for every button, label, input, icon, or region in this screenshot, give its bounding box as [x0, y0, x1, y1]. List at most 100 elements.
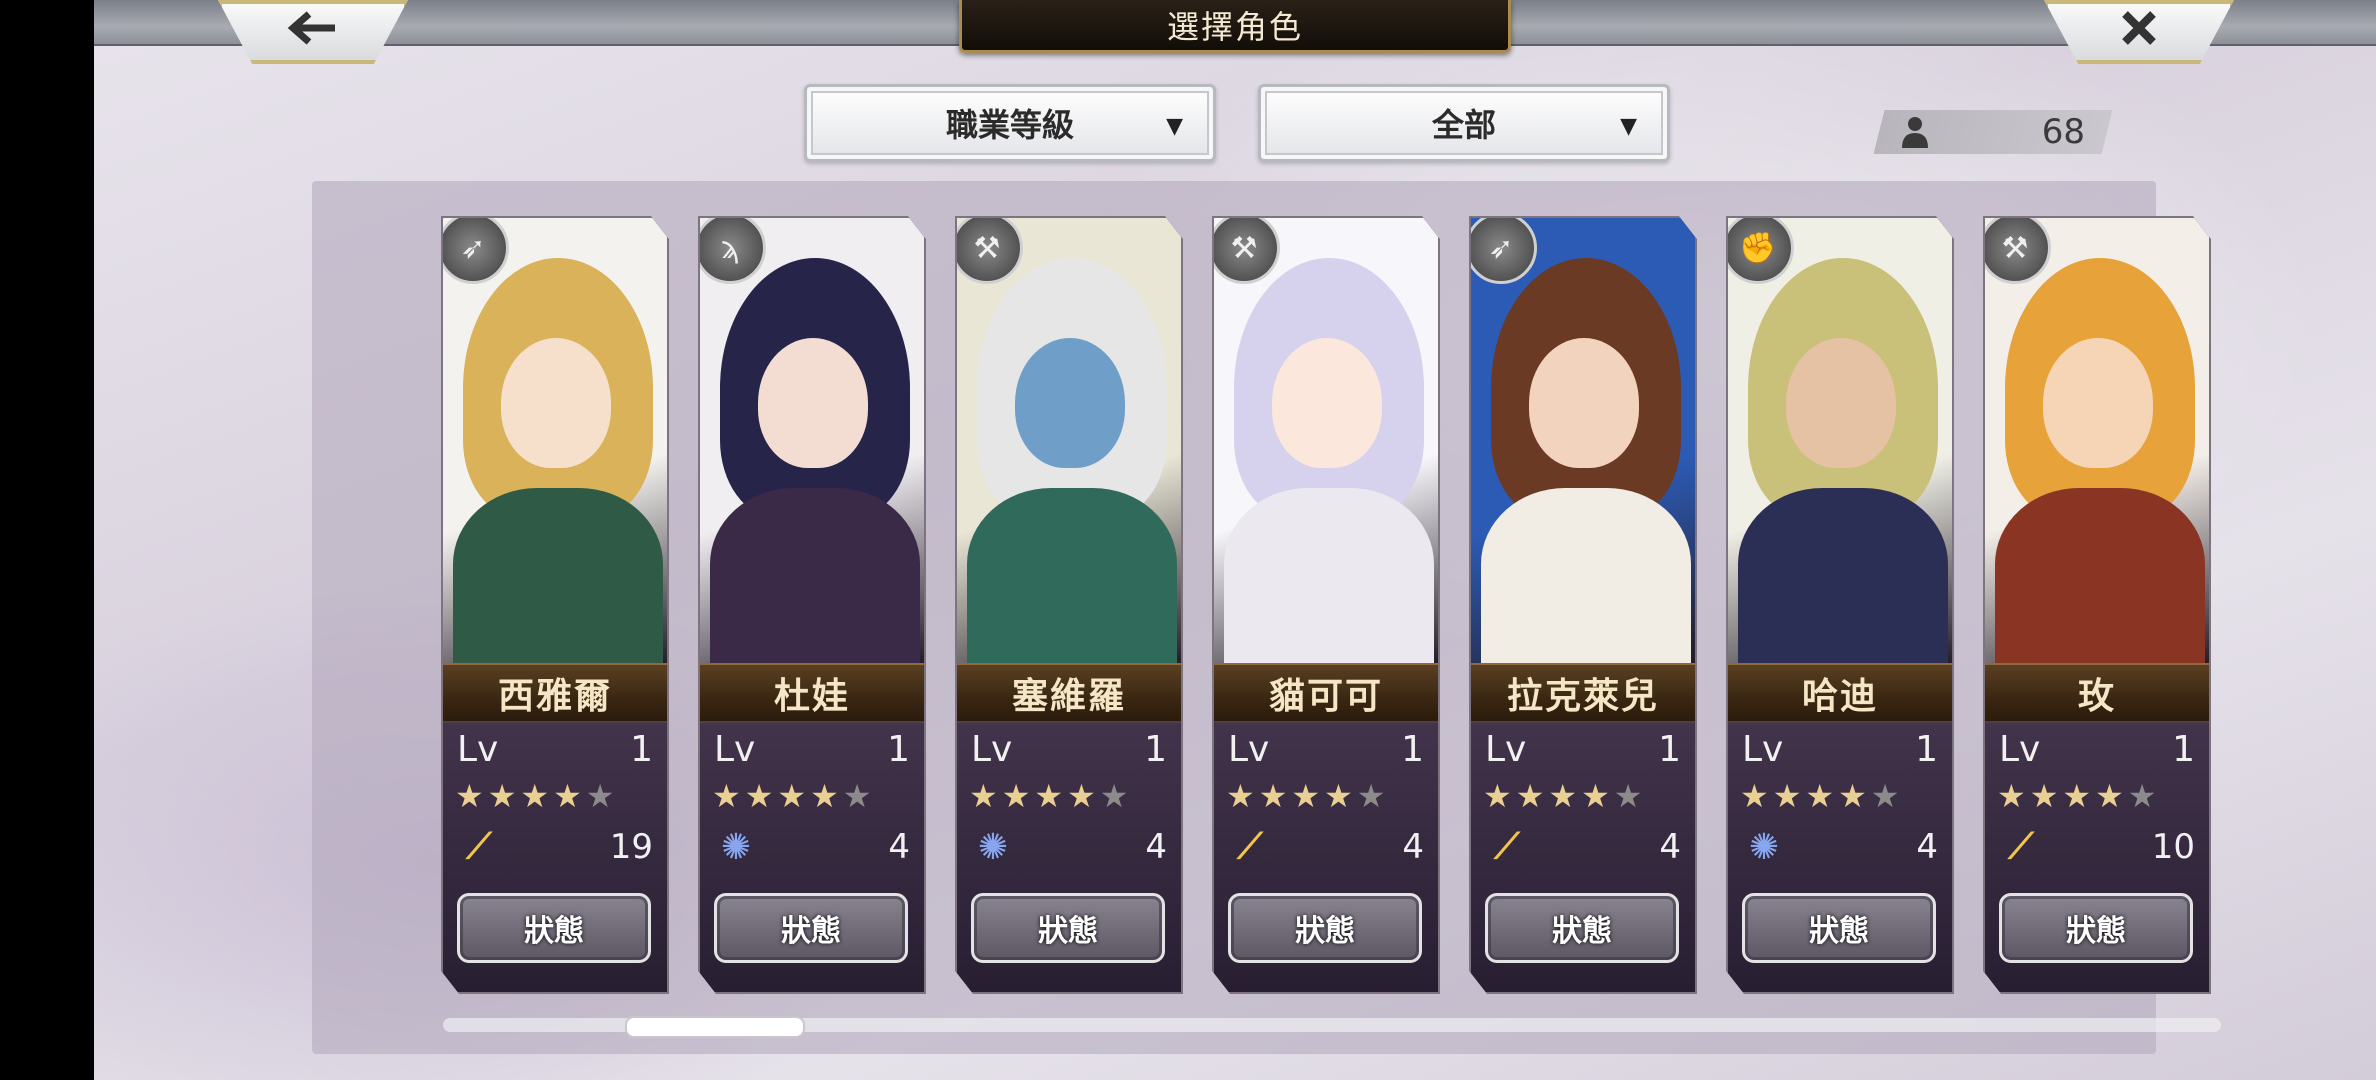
skill-value: 10	[2151, 827, 2195, 867]
status-button[interactable]: 狀態	[457, 893, 651, 963]
wing-icon: ⟋	[466, 826, 492, 867]
character-portrait	[1214, 218, 1438, 663]
star-icon: ★	[1034, 777, 1068, 815]
portrait-outfit	[710, 488, 920, 663]
star-icon: ★	[1001, 777, 1035, 815]
level-label: Lv	[1228, 729, 1270, 770]
skill-value: 4	[888, 827, 910, 867]
character-portrait	[700, 218, 924, 663]
close-button[interactable]	[2044, 0, 2234, 64]
level-value: 1	[630, 729, 653, 770]
portrait-outfit	[1481, 488, 1691, 663]
star-icon: ★	[1740, 777, 1773, 815]
character-card[interactable]: ⚒ 玫 Lv 1 ★★★★★ ⟋ 10 狀態	[1983, 216, 2211, 994]
character-name: 貓可可	[1214, 663, 1438, 723]
portrait-face	[1015, 338, 1125, 468]
character-card[interactable]: ➶ 西雅爾 Lv 1 ★★★★★ ⟋ 19 狀態	[441, 216, 669, 994]
character-stats: Lv 1 ★★★★★ ⟋ 19 狀態	[443, 721, 667, 992]
skill-row: ✺ 4	[1742, 825, 1938, 869]
portrait-face	[501, 338, 611, 468]
character-card[interactable]: ✊ 哈迪 Lv 1 ★★★★★ ✺ 4 狀態	[1726, 216, 1954, 994]
star-icon: ★	[712, 777, 745, 815]
star-icon: ★	[810, 777, 843, 815]
star-icon: ★	[1258, 777, 1292, 815]
star-icon: ★	[487, 777, 521, 815]
rarity-stars: ★★★★★	[712, 777, 875, 815]
level-value: 1	[1401, 729, 1424, 770]
star-icon: ★	[1099, 777, 1133, 815]
skill-value: 4	[1402, 827, 1424, 867]
character-card[interactable]: ➶ 拉克萊兒 Lv 1 ★★★★★ ⟋ 4 狀態	[1469, 216, 1697, 994]
portrait-outfit	[1995, 488, 2205, 663]
character-card[interactable]: ϡ 杜娃 Lv 1 ★★★★★ ✺ 4 狀態	[698, 216, 926, 994]
star-icon: ★	[1870, 777, 1904, 815]
person-icon	[1902, 117, 1928, 148]
star-icon: ★	[744, 777, 778, 815]
status-button[interactable]: 狀態	[1999, 893, 2193, 963]
level-value: 1	[887, 729, 910, 770]
status-button[interactable]: 狀態	[1228, 893, 1422, 963]
swirl-icon: ✺	[1748, 826, 1780, 868]
skill-row: ⟋ 10	[1999, 825, 2195, 869]
level-value: 1	[1144, 729, 1167, 770]
chevron-down-icon: ▼	[1620, 113, 1637, 139]
star-icon: ★	[1997, 777, 2030, 815]
star-icon: ★	[1356, 777, 1390, 815]
swirl-icon: ✺	[977, 826, 1009, 868]
character-portrait	[1728, 218, 1952, 663]
status-button[interactable]: 狀態	[971, 893, 1165, 963]
status-button[interactable]: 狀態	[714, 893, 908, 963]
sort-dropdown[interactable]: 職業等級 ▼	[804, 84, 1216, 162]
character-card[interactable]: ⚒ 貓可可 Lv 1 ★★★★★ ⟋ 4 狀態	[1212, 216, 1440, 994]
chevron-down-icon: ▼	[1166, 113, 1183, 139]
filter-dropdown[interactable]: 全部 ▼	[1258, 84, 1670, 162]
star-icon: ★	[969, 777, 1002, 815]
star-icon: ★	[455, 777, 488, 815]
star-icon: ★	[2127, 777, 2161, 815]
portrait-outfit	[453, 488, 663, 663]
rarity-stars: ★★★★★	[1483, 777, 1646, 815]
star-icon: ★	[553, 777, 586, 815]
back-button[interactable]	[218, 0, 408, 64]
star-icon: ★	[585, 777, 619, 815]
skill-row: ✺ 4	[714, 825, 910, 869]
rarity-stars: ★★★★★	[969, 777, 1132, 815]
star-icon: ★	[1291, 777, 1325, 815]
character-count: 68	[1889, 110, 2099, 154]
level-label: Lv	[1485, 729, 1527, 770]
character-select-screen: 選擇角色 職業等級 ▼ 全部 ▼ 68 ➶ 西雅爾 Lv 1 ★★★★★ ⟋ 19 狀態 ϡ 杜娃…	[94, 0, 2376, 1080]
star-icon: ★	[520, 777, 554, 815]
portrait-face	[1272, 338, 1382, 468]
character-card[interactable]: ⚒ 塞維羅 Lv 1 ★★★★★ ✺ 4 狀態	[955, 216, 1183, 994]
swirl-icon: ✺	[720, 826, 752, 868]
status-button[interactable]: 狀態	[1485, 893, 1679, 963]
portrait-face	[2043, 338, 2153, 468]
rarity-stars: ★★★★★	[1997, 777, 2160, 815]
character-stats: Lv 1 ★★★★★ ✺ 4 狀態	[700, 721, 924, 992]
portrait-face	[758, 338, 868, 468]
status-button[interactable]: 狀態	[1742, 893, 1936, 963]
level-value: 1	[1915, 729, 1938, 770]
level-label: Lv	[971, 729, 1013, 770]
level-row: Lv 1	[1485, 729, 1681, 770]
skill-value: 4	[1659, 827, 1681, 867]
star-icon: ★	[1515, 777, 1549, 815]
star-icon: ★	[1838, 777, 1871, 815]
scrollbar-thumb[interactable]	[625, 1016, 805, 1038]
level-value: 1	[2172, 729, 2195, 770]
level-label: Lv	[1742, 729, 1784, 770]
close-icon	[2122, 11, 2156, 45]
skill-row: ⟋ 19	[457, 825, 653, 869]
character-stats: Lv 1 ★★★★★ ✺ 4 狀態	[957, 721, 1181, 992]
skill-value: 19	[609, 827, 653, 867]
character-stats: Lv 1 ★★★★★ ⟋ 4 狀態	[1471, 721, 1695, 992]
character-portrait	[957, 218, 1181, 663]
skill-value: 4	[1916, 827, 1938, 867]
character-stats: Lv 1 ★★★★★ ⟋ 10 狀態	[1985, 721, 2209, 992]
back-arrow-icon	[287, 11, 335, 45]
portrait-outfit	[967, 488, 1177, 663]
level-row: Lv 1	[457, 729, 653, 770]
character-name: 哈迪	[1728, 663, 1952, 723]
rarity-stars: ★★★★★	[1226, 777, 1389, 815]
character-count-value: 68	[2041, 112, 2085, 152]
